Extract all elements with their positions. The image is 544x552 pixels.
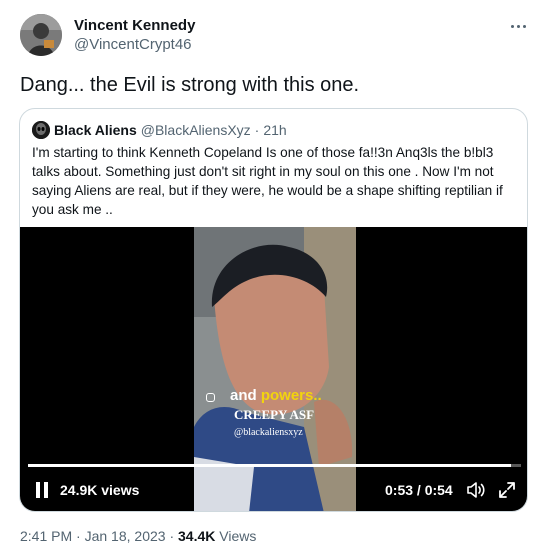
tweet-header: Vincent Kennedy @VincentCrypt46 xyxy=(20,14,532,58)
tweet-date[interactable]: Jan 18, 2023 xyxy=(85,528,166,544)
tweet-meta: 2:41 PM · Jan 18, 2023 · 34.4K Views xyxy=(20,528,256,544)
instagram-icon xyxy=(206,393,215,402)
video-controls: 24.9K views 0:53 / 0:54 xyxy=(20,479,527,501)
separator-dot: · xyxy=(169,528,175,544)
fullscreen-icon[interactable] xyxy=(498,481,516,499)
video-progress-fill xyxy=(28,464,512,467)
quoted-header: Black Aliens @BlackAliensXyz · 21h xyxy=(32,121,287,139)
author-name[interactable]: Vincent Kennedy xyxy=(74,16,195,35)
quoted-author-name[interactable]: Black Aliens xyxy=(54,122,137,138)
views-label: Views xyxy=(219,528,257,544)
video-caption: and powers.. xyxy=(230,387,322,404)
video-views: 24.9K views xyxy=(60,482,140,498)
video-frame: and powers.. CREEPY ASF @blackaliensxyz xyxy=(194,227,356,511)
quoted-time[interactable]: 21h xyxy=(263,122,286,138)
video-progress-bar[interactable] xyxy=(28,464,521,467)
tweet-time[interactable]: 2:41 PM xyxy=(20,528,72,544)
separator-dot: · xyxy=(76,528,81,544)
quoted-tweet[interactable]: Black Aliens @BlackAliensXyz · 21h I'm s… xyxy=(19,108,528,512)
pause-icon[interactable] xyxy=(36,482,48,498)
quoted-author-handle[interactable]: @BlackAliensXyz xyxy=(141,122,251,138)
video-player[interactable]: and powers.. CREEPY ASF @blackaliensxyz … xyxy=(20,227,527,511)
video-caption-line2: CREEPY ASF xyxy=(234,407,315,422)
video-watermark: @blackaliensxyz xyxy=(234,427,303,438)
author-avatar[interactable] xyxy=(20,14,62,56)
separator-dot: · xyxy=(254,122,260,138)
volume-icon[interactable] xyxy=(466,481,486,499)
more-horizontal-icon[interactable] xyxy=(506,16,530,36)
tweet-text: Dang... the Evil is strong with this one… xyxy=(20,74,360,96)
views-count: 34.4K xyxy=(178,528,216,544)
quoted-avatar[interactable] xyxy=(32,121,50,139)
author-handle[interactable]: @VincentCrypt46 xyxy=(74,35,195,55)
video-timecode: 0:53 / 0:54 xyxy=(385,482,453,498)
quoted-text: I'm starting to think Kenneth Copeland I… xyxy=(32,145,503,217)
